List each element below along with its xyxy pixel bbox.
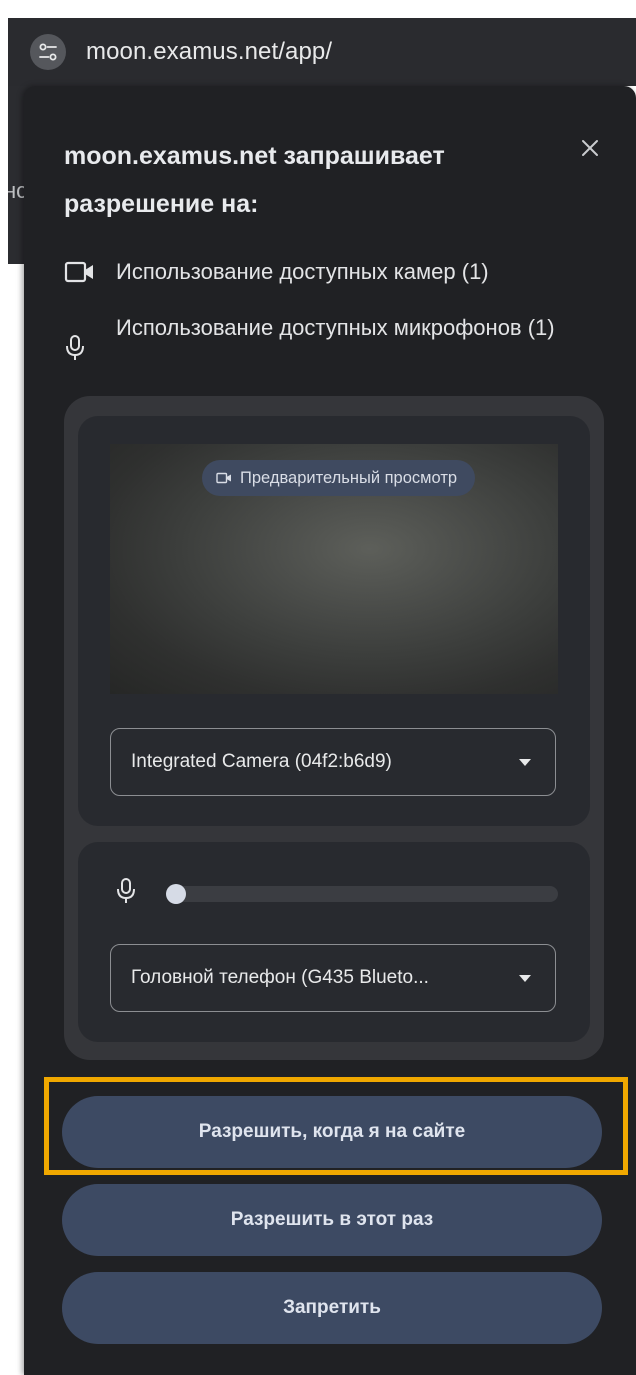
popup-title-domain: moon.examus.net: [64, 142, 277, 170]
deny-button[interactable]: Запретить: [62, 1272, 602, 1344]
chevron-down-icon: [519, 758, 531, 766]
camera-icon-wrap: [64, 258, 98, 286]
camera-icon: [64, 261, 93, 283]
microphone-icon-wrap: [64, 334, 98, 362]
permission-microphone-label: Использование доступных микрофонов (1): [116, 315, 555, 340]
microphone-select[interactable]: Головной телефон (G435 Blueto...: [110, 944, 556, 1012]
allow-this-time-button[interactable]: Разрешить в этот раз: [62, 1184, 602, 1256]
chevron-down-icon: [519, 974, 531, 982]
tune-icon: [39, 43, 57, 61]
microphone-card: Головной телефон (G435 Blueto...: [78, 842, 590, 1042]
camera-select-value: Integrated Camera (04f2:b6d9): [131, 751, 392, 772]
address-bar: moon.examus.net/app/: [8, 18, 636, 86]
url-text[interactable]: moon.examus.net/app/: [86, 38, 332, 66]
highlight-frame: [44, 1077, 628, 1175]
preview-badge-label: Предварительный просмотр: [240, 468, 458, 487]
microphone-icon: [66, 335, 84, 360]
microphone-level-meter: [166, 886, 558, 902]
popup-title: moon.examus.net запрашивает разрешение н…: [64, 132, 534, 228]
camera-card: Предварительный просмотр Integrated Came…: [78, 416, 590, 826]
permission-popup: moon.examus.net запрашивает разрешение н…: [24, 86, 636, 1375]
close-icon: [582, 140, 598, 156]
camera-preview: Предварительный просмотр: [110, 444, 558, 694]
screenshot-root: moon.examus.net/app/ нс moon.examus.net …: [0, 0, 636, 1375]
camera-select[interactable]: Integrated Camera (04f2:b6d9): [110, 728, 556, 796]
permission-camera-row: Использование доступных камер (1): [64, 254, 586, 290]
video-icon: [216, 472, 231, 484]
preview-badge: Предварительный просмотр: [202, 460, 476, 496]
permission-camera-label: Использование доступных камер (1): [116, 259, 489, 284]
permission-microphone-row: Использование доступных микрофонов (1): [64, 310, 586, 362]
site-info-button[interactable]: [30, 34, 66, 70]
microphone-select-value: Головной телефон (G435 Blueto...: [131, 967, 429, 988]
close-button[interactable]: [576, 134, 604, 162]
microphone-icon: [117, 878, 135, 903]
microphone-level-indicator: [166, 884, 186, 904]
